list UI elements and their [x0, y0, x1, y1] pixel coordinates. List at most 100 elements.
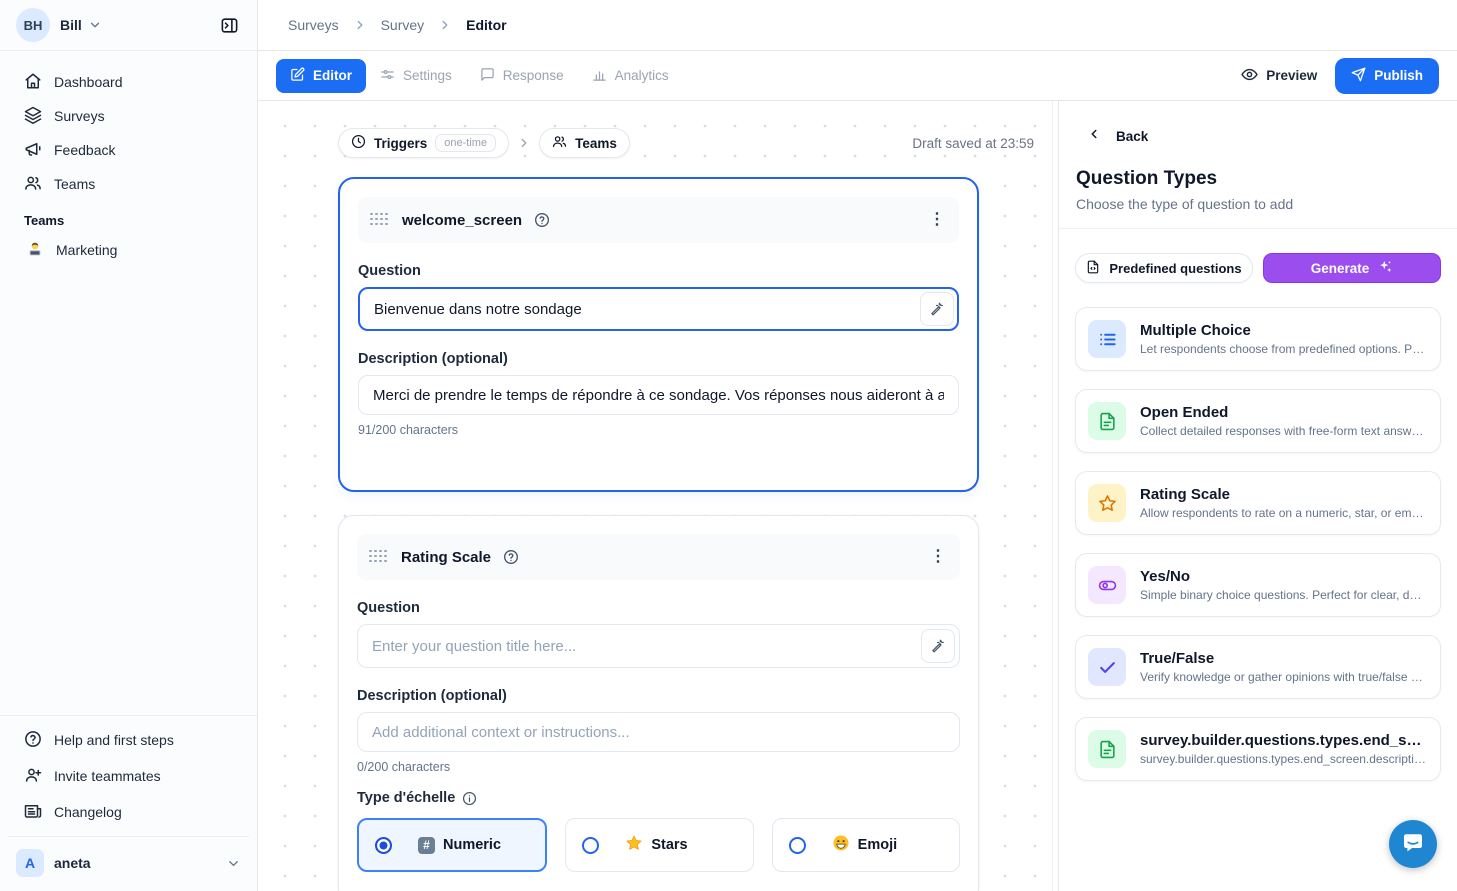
editor-toolbar: Editor Settings Response Analytics Previ… — [258, 51, 1457, 101]
sidebar-item-teams[interactable]: Teams — [8, 167, 249, 201]
breadcrumb-surveys[interactable]: Surveys — [288, 17, 339, 33]
generate-button[interactable]: Generate — [1263, 253, 1441, 283]
drag-handle-icon[interactable] — [370, 213, 390, 228]
type-description: Verify knowledge or gather opinions with… — [1140, 670, 1426, 684]
pencil-square-icon — [290, 67, 305, 85]
type-card-end-screen[interactable]: survey.builder.questions.types.end_scr..… — [1075, 717, 1441, 781]
tab-editor[interactable]: Editor — [276, 59, 366, 93]
description-input[interactable] — [358, 375, 959, 415]
layers-icon — [24, 106, 42, 127]
teams-chip[interactable]: Teams — [539, 128, 630, 158]
breadcrumb: Surveys Survey Editor — [258, 0, 1457, 51]
scale-option-label: Emoji — [858, 837, 897, 853]
sidebar-collapse-button[interactable] — [215, 11, 243, 39]
preview-button[interactable]: Preview — [1241, 66, 1317, 86]
toolbar-actions: Preview Publish — [1241, 58, 1439, 94]
sidebar-item-help[interactable]: Help and first steps — [8, 722, 249, 758]
team-label: Marketing — [56, 242, 117, 258]
description-field-label: Description (optional) — [358, 351, 959, 367]
scale-option-label: Numeric — [443, 837, 501, 853]
triggers-label: Triggers — [374, 136, 427, 151]
sidebar-item-team-marketing[interactable]: Marketing — [8, 232, 249, 268]
draft-status: Draft saved at 23:59 — [912, 136, 1034, 151]
workspace-name: Bill — [60, 17, 82, 33]
back-button[interactable]: Back — [1059, 101, 1457, 146]
chat-launcher-button[interactable] — [1389, 820, 1437, 868]
sliders-icon — [380, 67, 395, 85]
info-circle-icon[interactable] — [462, 791, 477, 806]
help-circle-icon[interactable] — [503, 549, 519, 565]
drag-handle-icon[interactable] — [369, 550, 389, 565]
help-circle-icon[interactable] — [534, 212, 550, 228]
publish-label: Publish — [1374, 68, 1423, 83]
predefined-questions-button[interactable]: Predefined questions — [1075, 253, 1253, 283]
eye-icon — [1241, 66, 1258, 86]
question-title-input[interactable] — [357, 624, 960, 668]
chevron-right-icon — [517, 136, 531, 150]
star-icon — [1088, 484, 1126, 522]
send-icon — [1351, 67, 1366, 85]
scale-options: # Numeric Stars — [357, 818, 960, 872]
breadcrumb-editor: Editor — [466, 17, 506, 33]
scale-option-label: Stars — [651, 837, 687, 853]
description-input-wrap — [357, 712, 960, 752]
type-title: Yes/No — [1140, 568, 1426, 585]
type-card-yes-no[interactable]: Yes/No Simple binary choice questions. P… — [1075, 553, 1441, 617]
question-card-welcome-screen[interactable]: welcome_screen ⋮ Question Description (o… — [338, 177, 979, 492]
question-title-input[interactable] — [358, 287, 959, 331]
sidebar-item-changelog[interactable]: Changelog — [8, 794, 249, 830]
sidebar-item-label: Feedback — [54, 142, 115, 158]
account-menu[interactable]: A aneta — [8, 845, 249, 881]
scale-option-emoji[interactable]: Emoji — [772, 818, 960, 872]
magic-wand-button[interactable] — [920, 292, 954, 326]
type-description: survey.builder.questions.types.end_scree… — [1140, 752, 1426, 766]
question-field-label: Question — [357, 600, 960, 616]
more-options-icon[interactable]: ⋮ — [929, 212, 945, 228]
number-keycap-icon: # — [418, 837, 435, 854]
workspace-switcher[interactable]: BH Bill — [0, 0, 257, 51]
sidebar-item-feedback[interactable]: Feedback — [8, 133, 249, 167]
triggers-chip[interactable]: Triggers one-time — [338, 128, 509, 158]
description-input[interactable] — [357, 712, 960, 752]
account-avatar: A — [16, 849, 44, 877]
scale-option-stars[interactable]: Stars — [565, 818, 753, 872]
breadcrumb-survey[interactable]: Survey — [381, 17, 425, 33]
type-card-multiple-choice[interactable]: Multiple Choice Let respondents choose f… — [1075, 307, 1441, 371]
type-title: Open Ended — [1140, 404, 1426, 421]
sidebar-item-label: Teams — [54, 176, 95, 192]
more-options-icon[interactable]: ⋮ — [930, 549, 946, 565]
tab-analytics[interactable]: Analytics — [578, 59, 683, 93]
panel-title: Question Types — [1059, 146, 1457, 190]
sidebar-item-dashboard[interactable]: Dashboard — [8, 65, 249, 99]
type-card-true-false[interactable]: True/False Verify knowledge or gather op… — [1075, 635, 1441, 699]
radio-unselected[interactable] — [789, 837, 806, 854]
type-title: Multiple Choice — [1140, 322, 1426, 339]
tab-response[interactable]: Response — [466, 59, 578, 93]
question-card-rating-scale[interactable]: Rating Scale ⋮ Question Description (opt… — [338, 515, 979, 891]
sidebar-item-invite[interactable]: Invite teammates — [8, 758, 249, 794]
preview-label: Preview — [1266, 68, 1317, 83]
type-card-open-ended[interactable]: Open Ended Collect detailed responses wi… — [1075, 389, 1441, 453]
tab-settings[interactable]: Settings — [366, 59, 466, 93]
publish-button[interactable]: Publish — [1335, 58, 1439, 94]
scale-option-numeric[interactable]: # Numeric — [357, 818, 547, 872]
type-description: Let respondents choose from predefined o… — [1140, 342, 1426, 356]
scale-type-label: Type d'échelle — [357, 790, 960, 806]
question-card-title: welcome_screen — [402, 212, 522, 229]
trigger-type-badge: one-time — [435, 134, 496, 152]
users-icon — [24, 174, 42, 195]
question-card-header: welcome_screen ⋮ — [358, 197, 959, 243]
main-area: Surveys Survey Editor Editor Settings Re… — [258, 0, 1457, 891]
account-section: A aneta — [8, 836, 249, 891]
question-types-panel: Back Question Types Choose the type of q… — [1058, 101, 1457, 891]
clock-icon — [351, 134, 366, 152]
teams-section-label: Teams — [8, 201, 249, 232]
magic-wand-button[interactable] — [921, 629, 955, 663]
chevron-down-icon — [226, 856, 241, 871]
sidebar-item-surveys[interactable]: Surveys — [8, 99, 249, 133]
radio-unselected[interactable] — [582, 837, 599, 854]
editor-content: Triggers one-time Teams Draft saved at 2… — [258, 101, 1457, 891]
file-code-icon — [1086, 260, 1100, 277]
type-card-rating-scale[interactable]: Rating Scale Allow respondents to rate o… — [1075, 471, 1441, 535]
radio-selected[interactable] — [375, 837, 392, 854]
